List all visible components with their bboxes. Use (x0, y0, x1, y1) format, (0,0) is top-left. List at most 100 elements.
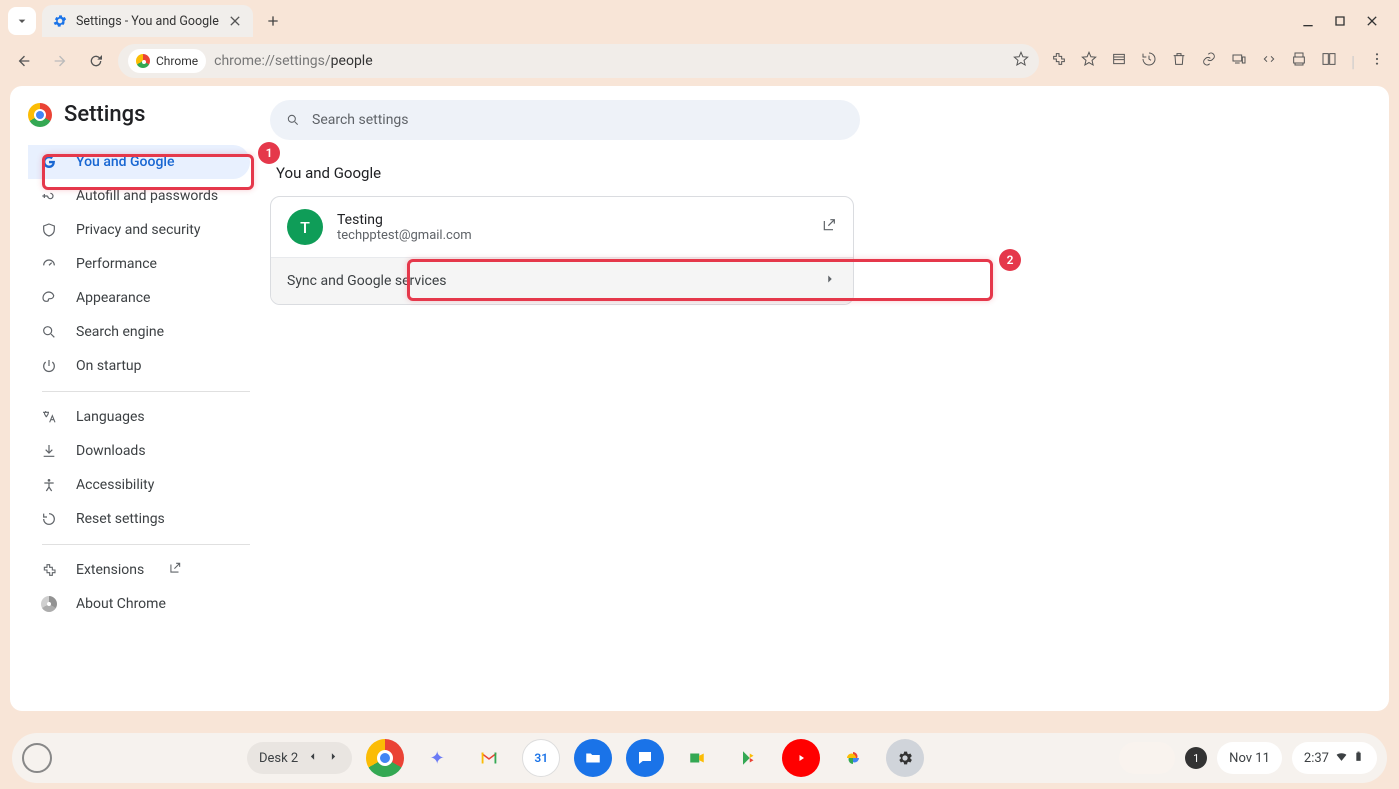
browser-toolbar: Chrome chrome://settings/people | (0, 40, 1399, 86)
gear-icon (896, 749, 914, 767)
close-tab-button[interactable] (227, 13, 243, 29)
open-account-button[interactable] (821, 217, 837, 237)
sidebar-item-performance[interactable]: Performance (28, 247, 250, 281)
reload-button[interactable] (82, 47, 110, 75)
download-icon (40, 442, 58, 460)
reading-list-button[interactable] (1111, 51, 1127, 71)
chevron-left-icon (306, 750, 319, 763)
list-icon (1111, 51, 1127, 67)
sidebar-divider (42, 544, 250, 545)
back-button[interactable] (10, 47, 38, 75)
sidebar-item-label: Extensions (76, 562, 144, 578)
sidebar-item-privacy[interactable]: Privacy and security (28, 213, 250, 247)
sidebar-item-on-startup[interactable]: On startup (28, 349, 250, 383)
sidebar-item-reset[interactable]: Reset settings (28, 502, 250, 536)
sidebar-item-label: Search engine (76, 324, 164, 340)
youtube-icon (792, 749, 810, 767)
address-bar[interactable]: Chrome chrome://settings/people (118, 44, 1039, 78)
shelf-date[interactable]: Nov 11 (1217, 742, 1282, 774)
bookmark-button[interactable] (1013, 51, 1029, 71)
devtools-button[interactable] (1261, 51, 1277, 71)
status-tray[interactable]: 2:37 (1292, 742, 1377, 774)
shelf-app-files[interactable] (574, 739, 612, 777)
sidebar-item-label: Downloads (76, 443, 146, 459)
code-icon (1261, 51, 1277, 67)
site-chip[interactable]: Chrome (128, 49, 206, 73)
account-row[interactable]: T Testing techpptest@gmail.com (271, 197, 853, 257)
settings-search-input[interactable]: Search settings (270, 100, 860, 140)
maximize-button[interactable] (1331, 12, 1349, 30)
key-icon (40, 187, 58, 205)
sidebar-item-appearance[interactable]: Appearance (28, 281, 250, 315)
bookmarks-button[interactable] (1081, 51, 1097, 71)
print-button[interactable] (1291, 51, 1307, 71)
account-card: T Testing techpptest@gmail.com Sync and … (270, 196, 854, 305)
new-tab-button[interactable] (259, 7, 287, 35)
reader-button[interactable] (1321, 51, 1337, 71)
shelf-app-meet[interactable] (678, 739, 716, 777)
next-desk-button[interactable] (327, 750, 340, 767)
chrome-icon (136, 54, 150, 68)
shelf-app-youtube[interactable] (782, 739, 820, 777)
sidebar-item-label: On startup (76, 358, 142, 374)
maximize-icon (1332, 13, 1348, 29)
sidebar-item-downloads[interactable]: Downloads (28, 434, 250, 468)
devices-icon (1231, 51, 1247, 67)
meet-icon (688, 749, 706, 767)
gmail-icon (478, 747, 500, 769)
desk-switcher[interactable]: Desk 2 (247, 742, 352, 774)
sidebar-item-accessibility[interactable]: Accessibility (28, 468, 250, 502)
close-window-button[interactable] (1363, 12, 1381, 30)
chrome-menu-button[interactable] (1369, 51, 1385, 71)
settings-brand: Settings (28, 102, 270, 127)
chevron-down-icon (14, 13, 30, 29)
close-icon (227, 13, 243, 29)
link-button[interactable] (1201, 51, 1217, 71)
sync-row-label: Sync and Google services (287, 273, 447, 289)
sidebar-item-search-engine[interactable]: Search engine (28, 315, 250, 349)
browser-tab[interactable]: Settings - You and Google (42, 5, 253, 37)
open-external-icon (168, 561, 182, 579)
sidebar-item-label: Privacy and security (76, 222, 200, 238)
site-chip-label: Chrome (156, 54, 198, 68)
chrome-logo-icon (28, 103, 52, 127)
sidebar-item-about[interactable]: About Chrome (28, 587, 250, 621)
delete-button[interactable] (1171, 51, 1187, 71)
shelf-app-gmail[interactable] (470, 739, 508, 777)
shelf-app-chrome[interactable] (366, 739, 404, 777)
forward-button[interactable] (46, 47, 74, 75)
shelf-time: 2:37 (1304, 751, 1329, 766)
translate-icon (40, 408, 58, 426)
sidebar-item-label: About Chrome (76, 596, 166, 612)
minimize-button[interactable] (1299, 12, 1317, 30)
shelf-app-calendar[interactable]: 31 (522, 739, 560, 777)
print-icon (1291, 51, 1307, 67)
search-placeholder: Search settings (312, 112, 409, 128)
history-button[interactable] (1141, 51, 1157, 71)
sidebar-item-extensions[interactable]: Extensions (28, 553, 250, 587)
shield-icon (40, 221, 58, 239)
puzzle-icon (1051, 51, 1067, 67)
extensions-button[interactable] (1051, 51, 1067, 71)
notification-count[interactable]: 1 (1185, 747, 1207, 769)
shelf-app-messages[interactable] (626, 739, 664, 777)
sidebar-item-autofill[interactable]: Autofill and passwords (28, 179, 250, 213)
prev-desk-button[interactable] (306, 750, 319, 767)
shelf-app-photos[interactable] (834, 739, 872, 777)
sync-services-row[interactable]: Sync and Google services (271, 258, 853, 304)
account-email: techpptest@gmail.com (337, 228, 472, 243)
chevron-right-icon (823, 272, 837, 290)
sidebar-item-you-and-google[interactable]: You and Google (28, 145, 250, 179)
shelf-app-settings[interactable] (886, 739, 924, 777)
shelf-app-gemini[interactable]: ✦ (418, 739, 456, 777)
battery-icon (1352, 750, 1365, 767)
avatar: T (287, 209, 323, 245)
launcher-button[interactable] (22, 743, 52, 773)
folder-icon (584, 749, 602, 767)
tab-search-button[interactable] (8, 7, 36, 35)
shelf-app-play-store[interactable] (730, 739, 768, 777)
shelf-holding-space[interactable] (1119, 742, 1175, 774)
search-icon (40, 323, 58, 341)
sidebar-item-languages[interactable]: Languages (28, 400, 250, 434)
device-button[interactable] (1231, 51, 1247, 71)
